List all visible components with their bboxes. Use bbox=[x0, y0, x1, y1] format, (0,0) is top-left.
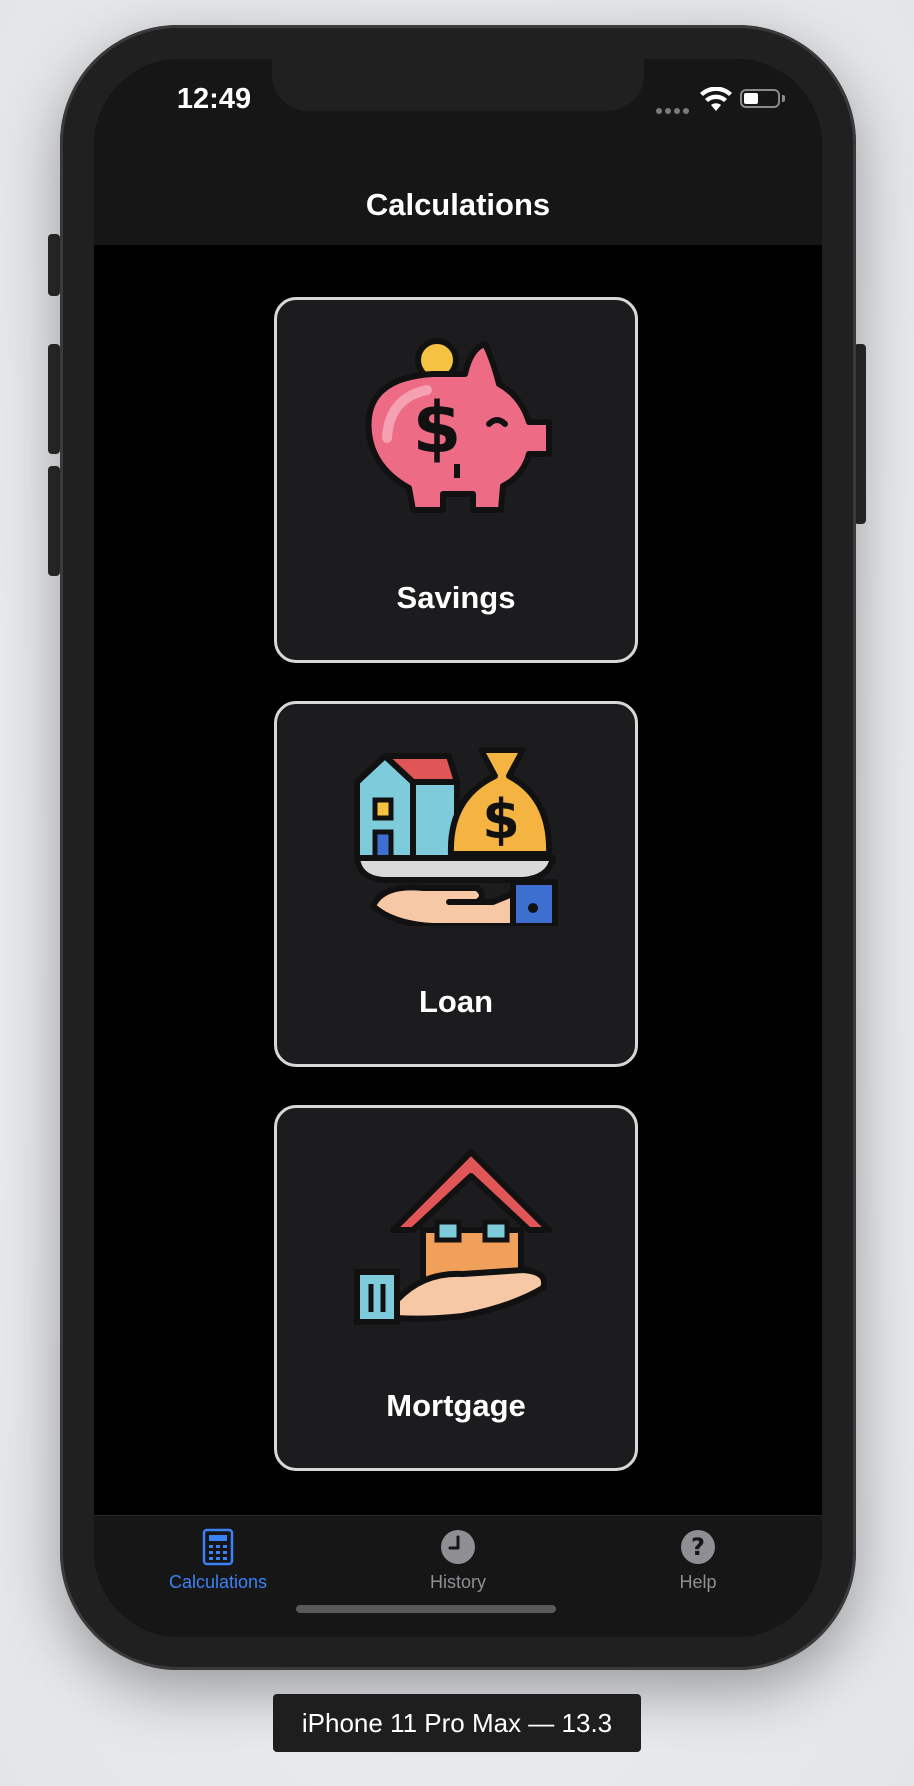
mortgage-label: Mortgage bbox=[386, 1388, 526, 1423]
savings-label: Savings bbox=[396, 580, 516, 615]
tab-help[interactable]: ? Help bbox=[598, 1528, 798, 1618]
calculator-icon bbox=[202, 1528, 234, 1566]
savings-card[interactable]: $ Savings bbox=[274, 297, 638, 663]
battery-level bbox=[744, 93, 758, 104]
device-frame: 12:49 Calculations $ Savings $ Loan Mort… bbox=[60, 25, 856, 1670]
device-label: iPhone 11 Pro Max — 13.3 bbox=[273, 1694, 641, 1752]
mortgage-card[interactable]: Mortgage bbox=[274, 1105, 638, 1471]
question-icon: ? bbox=[681, 1530, 715, 1564]
app-screen: 12:49 Calculations $ Savings $ Loan Mort… bbox=[94, 59, 822, 1637]
svg-text:?: ? bbox=[691, 1533, 705, 1561]
clock-icon bbox=[441, 1530, 475, 1564]
piggy-bank-icon: $ bbox=[365, 338, 552, 513]
mute-switch bbox=[48, 234, 60, 296]
cellular-signal-icon bbox=[656, 101, 692, 119]
volume-up-button bbox=[48, 344, 60, 454]
home-indicator[interactable] bbox=[296, 1605, 556, 1613]
loan-money-bag-icon: $ bbox=[354, 747, 558, 926]
volume-down-button bbox=[48, 466, 60, 576]
tab-calculations-label: Calculations bbox=[168, 1572, 268, 1592]
navigation-bar: 12:49 Calculations bbox=[94, 59, 822, 245]
loan-label: Loan bbox=[418, 984, 494, 1019]
status-time: 12:49 bbox=[176, 83, 252, 115]
notch bbox=[272, 59, 644, 111]
tab-help-label: Help bbox=[679, 1572, 717, 1592]
page-title: Calculations bbox=[365, 187, 551, 222]
tab-calculations[interactable]: Calculations bbox=[118, 1528, 318, 1618]
battery-icon bbox=[740, 89, 780, 108]
battery-tip bbox=[782, 95, 785, 102]
wifi-icon bbox=[700, 87, 732, 111]
loan-card[interactable]: $ Loan bbox=[274, 701, 638, 1067]
svg-text:$: $ bbox=[413, 387, 462, 469]
tab-bar: Calculations History ? Help bbox=[94, 1515, 822, 1637]
mortgage-house-icon bbox=[354, 1149, 552, 1325]
svg-text:$: $ bbox=[482, 788, 520, 851]
tab-history-label: History bbox=[429, 1572, 486, 1592]
